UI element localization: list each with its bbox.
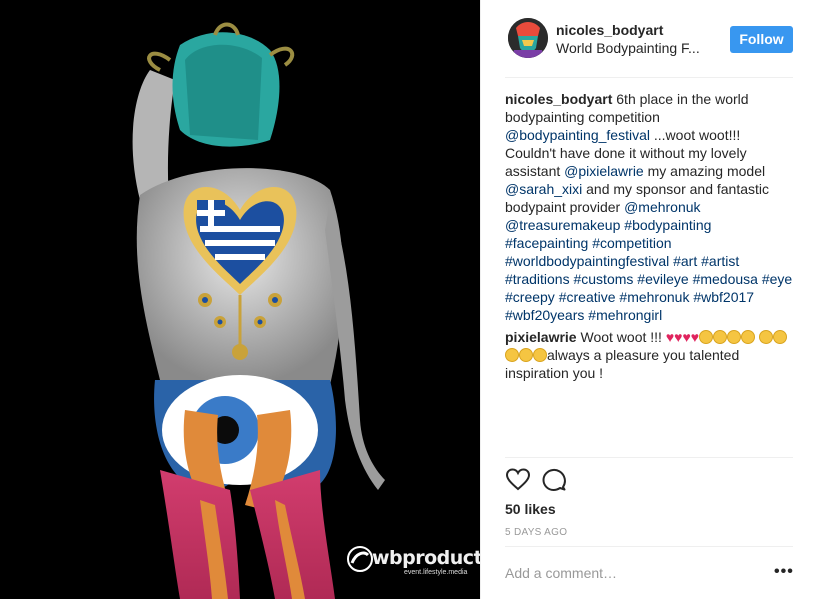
comments-list: nicoles_bodyart 6th place in the world b…: [505, 90, 795, 386]
watermark-brand: wbproduction: [372, 547, 480, 569]
face-emoji-icon: [533, 348, 547, 362]
header-username[interactable]: nicoles_bodyart: [556, 22, 663, 38]
post-photo[interactable]: wbproduction event.lifestyle.media: [0, 0, 480, 599]
reply-comment: pixielawrie Woot woot !!! ♥♥♥♥ always a …: [505, 328, 795, 382]
hashtag-link[interactable]: #facepainting: [505, 235, 588, 251]
hashtag-link[interactable]: #creepy: [505, 289, 555, 305]
hashtag-link[interactable]: #mehronuk: [619, 289, 689, 305]
wink-emoji-icon: [727, 330, 742, 344]
wink-emoji-icon: [699, 330, 714, 344]
hashtag-link[interactable]: #evileye: [637, 271, 688, 287]
reply-author[interactable]: pixielawrie: [505, 329, 577, 345]
hashtag-link[interactable]: #artist: [701, 253, 739, 269]
wink-emoji-icon: [713, 330, 728, 344]
caption-text: my amazing model: [643, 163, 766, 179]
speech-bubble-icon[interactable]: [541, 467, 567, 493]
hashtag-link[interactable]: #wbf2017: [693, 289, 754, 305]
mention-link[interactable]: @pixielawrie: [564, 163, 644, 179]
caption-comment: nicoles_bodyart 6th place in the world b…: [505, 90, 795, 324]
mention-link[interactable]: @sarah_xixi: [505, 181, 582, 197]
hashtag-link[interactable]: #traditions: [505, 271, 570, 287]
reply-text: Woot woot !!!: [576, 329, 666, 345]
avatar-image: [508, 18, 548, 58]
hashtag-link[interactable]: #bodypainting: [624, 217, 711, 233]
post-header: nicoles_bodyart World Bodypainting F... …: [481, 0, 814, 78]
caption-author[interactable]: nicoles_bodyart: [505, 91, 612, 107]
watermark-tagline: event.lifestyle.media: [404, 569, 468, 576]
hashtag-link[interactable]: #worldbodypaintingfestival: [505, 253, 669, 269]
avatar[interactable]: [508, 18, 548, 58]
post-timestamp[interactable]: 5 DAYS AGO: [505, 527, 567, 538]
post-sidebar: nicoles_bodyart World Bodypainting F... …: [480, 0, 814, 599]
divider: [505, 457, 793, 458]
heart-emoji-icon: ♥♥♥♥: [665, 329, 700, 345]
hashtag-link[interactable]: #medousa: [693, 271, 758, 287]
hashtag-link[interactable]: #art: [673, 253, 697, 269]
post-container: wbproduction event.lifestyle.media nicol…: [0, 0, 814, 599]
divider: [505, 546, 793, 547]
hashtag-link[interactable]: #wbf20years: [505, 307, 584, 323]
follow-button[interactable]: Follow: [730, 26, 793, 53]
divider: [505, 77, 793, 78]
add-comment-input[interactable]: [505, 560, 755, 586]
heart-outline-icon[interactable]: [505, 467, 531, 493]
likes-count[interactable]: 50 likes: [505, 501, 556, 517]
hashtag-link[interactable]: #competition: [592, 235, 671, 251]
hashtag-link[interactable]: #creative: [559, 289, 616, 305]
mention-link[interactable]: @bodypainting_festival: [505, 127, 650, 143]
hashtag-link[interactable]: #mehrongirl: [588, 307, 662, 323]
wb-logo-icon: [347, 546, 373, 572]
wink-emoji-icon: [741, 330, 756, 344]
face-emoji-icon: [772, 330, 787, 344]
face-emoji-icon: [505, 348, 519, 362]
mention-link[interactable]: @mehronuk: [624, 199, 700, 215]
header-location[interactable]: World Bodypainting F...: [556, 40, 700, 56]
hashtag-link[interactable]: #customs: [573, 271, 633, 287]
bodypaint-image: [0, 0, 480, 599]
face-emoji-icon: [758, 330, 773, 344]
face-emoji-icon: [519, 348, 533, 362]
mention-link[interactable]: @treasuremakeup: [505, 217, 620, 233]
hashtag-link[interactable]: #eye: [762, 271, 792, 287]
more-options-button[interactable]: •••: [774, 563, 794, 581]
